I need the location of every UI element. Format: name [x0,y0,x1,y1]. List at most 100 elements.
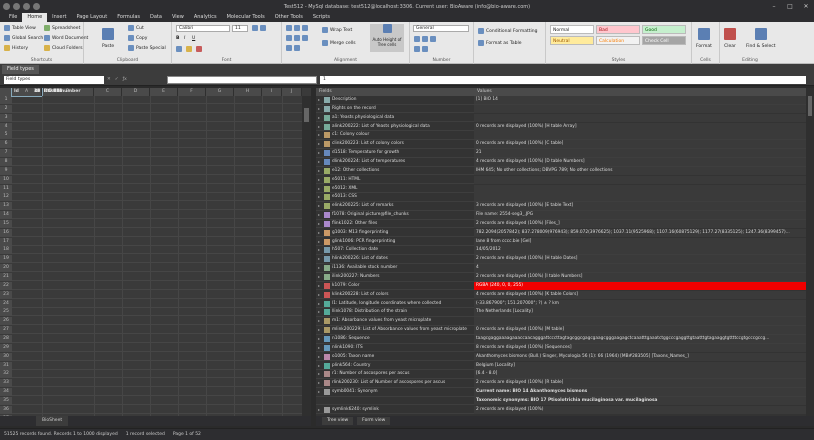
column-header[interactable]: C [94,88,122,96]
column-header[interactable]: J [282,88,302,96]
property-row[interactable]: ▸ n1086: Sequence taagcgaggaaaagaaaccaacag… [316,334,806,344]
property-row[interactable]: ▸ symlink6240: symlink 2 records are displ… [316,405,806,415]
property-row[interactable]: ▸ a1: Yeasts physiological data [316,113,806,123]
row-header[interactable]: 32 [0,370,12,379]
row-header[interactable]: 33 [0,379,12,388]
bold-button[interactable]: B [176,36,179,41]
property-row[interactable]: ▸ e12: Other collections IHM 645; No other… [316,166,806,176]
property-value[interactable] [474,317,806,326]
paste-special-button[interactable]: Paste Special [128,45,166,51]
property-row[interactable]: ▸ llink1078: Distribution of the strain Th… [316,308,806,317]
expand-arrow-icon[interactable]: ▸ [316,229,322,237]
redo-icon[interactable] [33,3,40,10]
property-value[interactable]: File name: 2554-seg3_.JPG [474,211,806,220]
row-header[interactable]: 20 [0,264,12,273]
expand-arrow-icon[interactable]: ▸ [316,140,322,148]
properties-scroll-thumb[interactable] [808,96,812,116]
expand-arrow-icon[interactable]: ▸ [316,246,322,254]
tab-formulas[interactable]: Formulas [112,13,145,22]
property-value[interactable]: 4 [474,264,806,273]
property-row[interactable]: ▸ clink200223: List of colony colors 0 rec… [316,140,806,149]
font-size-select[interactable]: 11 [232,25,248,32]
property-row[interactable]: ▸ e5012: XML [316,184,806,194]
property-value[interactable]: 2 records are displayed (100%) [I table … [474,273,806,281]
property-value[interactable]: 21 [474,149,806,158]
property-value[interactable]: 2 records are displayed (100%) [Files_] [474,219,806,228]
border-button[interactable] [176,46,182,52]
row-header[interactable]: 15 [0,219,12,228]
property-row[interactable]: ▸ symb0041: Synonym Current name: BIO 14 A… [316,388,806,397]
style-check-cell[interactable]: Check Cell [642,36,686,45]
property-row[interactable]: ▸ h507: Collection date 14/05/2012 [316,246,806,256]
property-row[interactable]: ▸ Rights on the record [316,104,806,114]
row-header[interactable]: 22 [0,281,12,290]
row-header[interactable]: 18 [0,246,12,255]
row-header[interactable]: 11 [0,184,12,193]
property-value[interactable]: 2 records are displayed (100%) [474,405,806,414]
font-name-select[interactable]: Calibri [176,25,230,32]
property-value[interactable] [474,131,806,140]
maximize-button[interactable]: □ [782,0,798,13]
property-row[interactable]: ▸ flink1022: Other files 2 records are dis… [316,219,806,229]
row-header[interactable]: 25 [0,308,12,317]
expand-arrow-icon[interactable]: ▸ [316,220,322,228]
property-value[interactable]: [6.4 - 8.0] [474,370,806,379]
property-value[interactable]: taagcgaggaaaagaaaccaacagggattcccttagtagc… [474,334,806,343]
row-header[interactable]: 9 [0,166,12,175]
style-calculation[interactable]: Calculation [596,36,640,45]
cancel-icon[interactable]: ✕ [107,76,111,84]
number-format-buttons[interactable] [414,36,436,42]
property-value[interactable]: IHM 645; No other collections; DBVPG 789… [474,166,806,175]
font-color-button[interactable] [196,46,202,52]
property-value[interactable]: 2 records are displayed (100%) [H table … [474,255,806,264]
row-header[interactable]: 24 [0,299,12,308]
property-row[interactable]: ▸ rlink200230: List of Number of ascospor… [316,379,806,388]
row-header[interactable]: 21 [0,273,12,281]
row-header[interactable]: 6 [0,140,12,149]
row-header[interactable]: 31 [0,361,12,370]
tab-other-tools[interactable]: Other Tools [270,13,308,22]
expand-arrow-icon[interactable]: ▸ [316,202,322,210]
property-row[interactable]: ▸ nlink1090: ITS 8 records are displayed (… [316,343,806,353]
expand-arrow-icon[interactable]: ▸ [316,185,322,193]
property-value[interactable]: 8 records are displayed (100%) [Sequence… [474,343,806,352]
row-header[interactable]: 4 [0,122,12,131]
save-icon[interactable] [13,3,20,10]
expand-arrow-icon[interactable]: ▸ [316,335,322,343]
global-search-button[interactable]: Global Search [4,35,43,41]
expand-arrow-icon[interactable]: ▸ [316,370,322,378]
number-format-select[interactable]: General [413,25,469,32]
property-value[interactable] [474,104,806,113]
property-row[interactable]: ▸ k1079: Color RGBA (240, 0, 0, 255) [316,281,806,291]
property-value[interactable]: 4 records are displayed (100%) [D table … [474,157,806,166]
align-left-button[interactable] [286,35,308,41]
sheet-tab[interactable]: BioSheet [36,416,69,426]
expand-arrow-icon[interactable]: ▸ [316,317,322,325]
column-header[interactable]: F [178,88,206,96]
property-row[interactable]: ▸ o1005: Taxon name Akanthomyces bismons (… [316,352,806,362]
property-row[interactable]: ▸ m1: Absorbance values from yeast microp… [316,317,806,326]
property-row[interactable]: ▸ l1: Latitude, longitude coordinates whe… [316,299,806,309]
property-value[interactable]: The Netherlands [Locality] [474,308,806,317]
row-header[interactable]: 27 [0,326,12,335]
decimal-buttons[interactable] [414,46,428,52]
formula-input[interactable] [167,76,317,84]
format-button[interactable]: Format [696,28,712,49]
indent-buttons[interactable] [286,45,300,51]
style-bad[interactable]: Bad [596,25,640,34]
tab-analytics[interactable]: Analytics [189,13,222,22]
row-header[interactable]: 30 [0,352,12,361]
name-box[interactable]: Field types [4,76,104,84]
expand-arrow-icon[interactable]: ▸ [316,238,322,246]
expand-arrow-icon[interactable]: ▸ [316,96,322,104]
italic-button[interactable]: I [184,36,185,41]
paste-button[interactable]: Paste [102,28,114,49]
tab-scripts[interactable]: Scripts [308,13,335,22]
record-value-field[interactable]: 1 [320,76,806,84]
property-row[interactable]: ▸ glink1006: PCR fingerprinting lane 8 fro… [316,237,806,247]
expand-arrow-icon[interactable]: ▸ [316,211,322,219]
expand-arrow-icon[interactable]: ▸ [316,167,322,175]
property-row[interactable]: ▸ e5013: CSS [316,193,806,202]
row-header[interactable]: 19 [0,255,12,264]
row-header[interactable]: 5 [0,131,12,140]
